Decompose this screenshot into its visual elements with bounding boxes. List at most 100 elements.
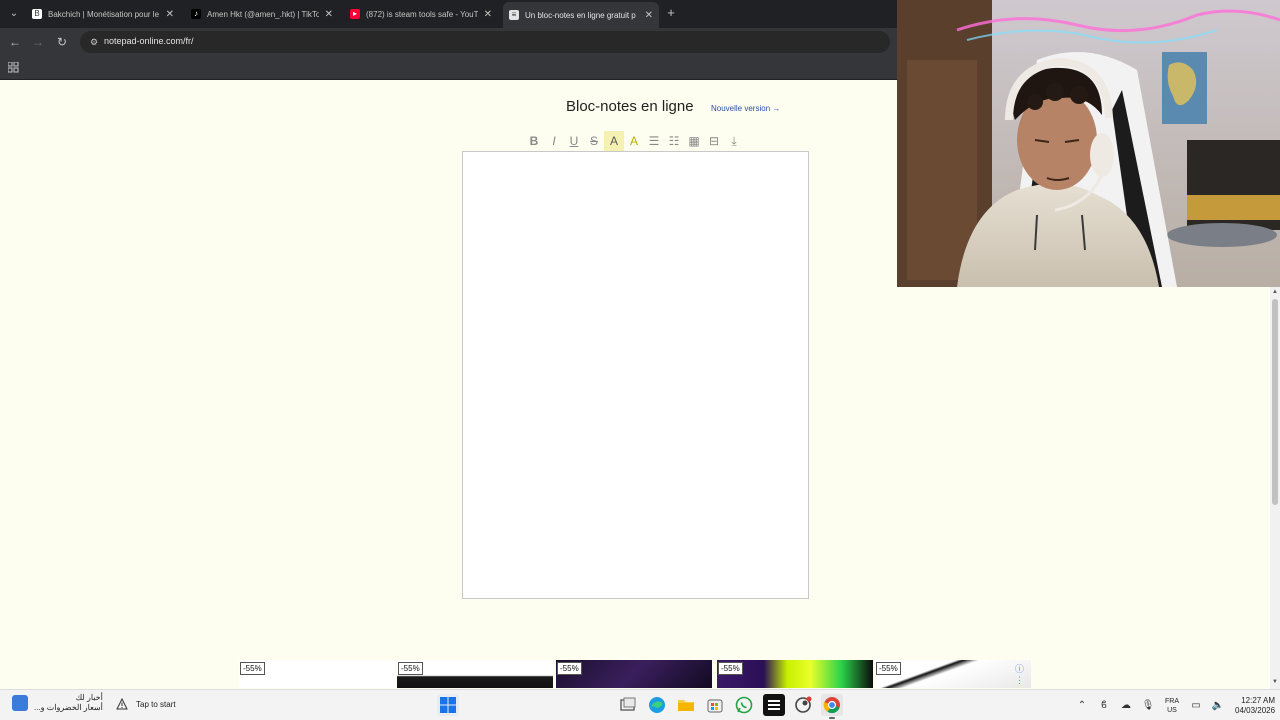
bullet-list-button[interactable]: ☰ [644,131,664,151]
webcam-feed-image [897,0,1280,287]
notepad-editor[interactable] [462,151,809,599]
tap-to-start-notice[interactable]: Tap to start [116,698,176,710]
clock-time: 12:27 AM [1241,695,1276,705]
start-button[interactable] [437,694,459,716]
highlight-color-button[interactable]: A [604,131,624,151]
tiktok-favicon-icon: ♪ [191,9,201,19]
edge-icon [649,697,665,713]
new-version-link[interactable]: Nouvelle version → [711,104,780,113]
bold-button[interactable]: B [524,131,544,151]
tab-title: Amen Hkt (@amen_.hkt) | TikTo [207,9,319,19]
ad-banner[interactable]: -55% -55% -55% -55% -55% ⓘ ⋮ [239,660,1033,688]
tap-to-start-label: Tap to start [136,699,176,709]
language-indicator[interactable]: FRA US [1165,697,1179,715]
download-button[interactable]: ⤓ [724,131,744,151]
browser-toolbar: ← → ↻ ⚙ notepad-online.com/fr/ [0,28,897,56]
discount-badge: -55% [876,662,901,675]
tab-title: (872) is steam tools safe - YouT [366,9,478,19]
folder-icon [678,700,694,711]
close-tab-icon[interactable]: ✕ [325,9,333,20]
new-tab-button[interactable]: + [664,6,678,20]
task-view-button[interactable] [617,694,639,716]
store-button[interactable] [704,694,726,716]
page-title: Bloc-notes en ligne [566,98,694,115]
game-app-icon [768,700,780,710]
notepad-favicon-icon: ≡ [509,10,519,20]
page-scrollbar[interactable]: ▲ ▼ [1270,287,1280,689]
tab-search-chevron-icon[interactable]: ⌄ [6,6,22,22]
discount-badge: -55% [718,662,743,675]
apps-grid-icon[interactable] [7,61,19,73]
tab-title: Bakchich | Monétisation pour le [48,9,160,19]
font-color-button[interactable]: A [624,131,644,151]
ad-info-icon[interactable]: ⓘ ⋮ [1015,662,1033,686]
chrome-button[interactable] [821,694,843,719]
browser-tab[interactable]: ♪ Amen Hkt (@amen_.hkt) | TikTo ✕ [185,4,339,24]
strikethrough-button[interactable]: S [584,131,604,151]
clock-date: 04/03/2026 [1235,705,1276,715]
ad-product-tile[interactable]: -55% [397,660,553,688]
news-widget-icon [12,695,28,711]
language-code: FRA [1165,697,1179,705]
underline-button[interactable]: U [564,131,584,151]
news-widget[interactable]: أخبار لك أسعار الخضروات و... [12,693,103,713]
url-text[interactable]: notepad-online.com/fr/ [104,36,194,46]
close-tab-icon[interactable]: ✕ [484,9,492,20]
discount-badge: -55% [240,662,265,675]
ad-product-tile[interactable]: -55% [239,660,395,688]
ad-product-tile[interactable]: -55% [556,660,712,688]
warning-icon [116,698,128,710]
game-launcher-button[interactable] [792,694,814,716]
whatsapp-icon [735,696,753,714]
windows-logo-icon [440,697,456,713]
chevron-up-icon[interactable]: ⌃ [1075,699,1089,713]
game-app-button[interactable] [763,694,785,716]
webcam-overlay [897,0,1280,287]
ad-product-tile[interactable]: -55% [875,660,1031,688]
address-bar[interactable]: ⚙ notepad-online.com/fr/ [80,31,890,53]
site-info-icon[interactable]: ⚙ [88,36,100,48]
discount-badge: -55% [557,662,582,675]
editor-format-toolbar: B I U S A A ☰ ☷ ▦ ⊟ ⤓ [524,131,744,151]
browser-tab-strip: ⌄ B Bakchich | Monétisation pour le ✕ ♪ … [0,0,897,28]
browser-tab[interactable]: ▸ (872) is steam tools safe - YouT ✕ [344,4,498,24]
forward-arrow-icon[interactable]: → [30,34,46,50]
scroll-up-arrow-icon[interactable]: ▲ [1270,287,1280,297]
scroll-thumb[interactable] [1272,299,1278,505]
back-arrow-icon[interactable]: ← [7,34,23,50]
cloud-icon[interactable]: ☁ [1119,699,1133,713]
numbered-list-button[interactable]: ☷ [664,131,684,151]
system-tray: ⌃ ϐ ☁ 🎙 FRA US ▭ 🔈 12:27 AM 04/03/2026 [1071,690,1275,720]
insert-table-button[interactable]: ▦ [684,131,704,151]
browser-tab[interactable]: B Bakchich | Monétisation pour le ✕ [26,4,180,24]
close-tab-icon[interactable]: ✕ [645,10,653,21]
network-icon[interactable]: ▭ [1189,699,1203,713]
microphone-icon[interactable]: 🎙 [1141,699,1155,713]
keyboard-layout: US [1167,706,1177,714]
bookmarks-bar [0,56,897,80]
game-launcher-icon [795,696,812,713]
italic-button[interactable]: I [544,131,564,151]
youtube-favicon-icon: ▸ [350,9,360,19]
scroll-down-arrow-icon[interactable]: ▼ [1270,677,1280,687]
edge-button[interactable] [646,694,668,716]
browser-tab-active[interactable]: ≡ Un bloc-notes en ligne gratuit p ✕ [503,2,659,28]
volume-icon[interactable]: 🔈 [1211,699,1225,713]
clock[interactable]: 12:27 AM 04/03/2026 [1235,696,1275,716]
chrome-icon [823,697,840,714]
bakchich-favicon-icon: B [32,9,42,19]
tab-title: Un bloc-notes en ligne gratuit p [525,10,636,20]
file-explorer-button[interactable] [675,694,697,716]
discount-badge: -55% [398,662,423,675]
whatsapp-button[interactable] [733,694,755,716]
store-icon [707,699,723,713]
task-view-icon [620,697,636,711]
ad-product-tile[interactable]: -55% [717,660,873,688]
reload-icon[interactable]: ↻ [54,34,70,50]
widget-subline: أسعار الخضروات و... [34,703,103,712]
close-tab-icon[interactable]: ✕ [166,9,174,20]
bluetooth-icon[interactable]: ϐ [1097,699,1111,713]
horizontal-rule-button[interactable]: ⊟ [704,131,724,151]
widget-headline: أخبار لك [75,693,103,702]
taskbar: أخبار لك أسعار الخضروات و... Tap to star… [0,689,1280,720]
